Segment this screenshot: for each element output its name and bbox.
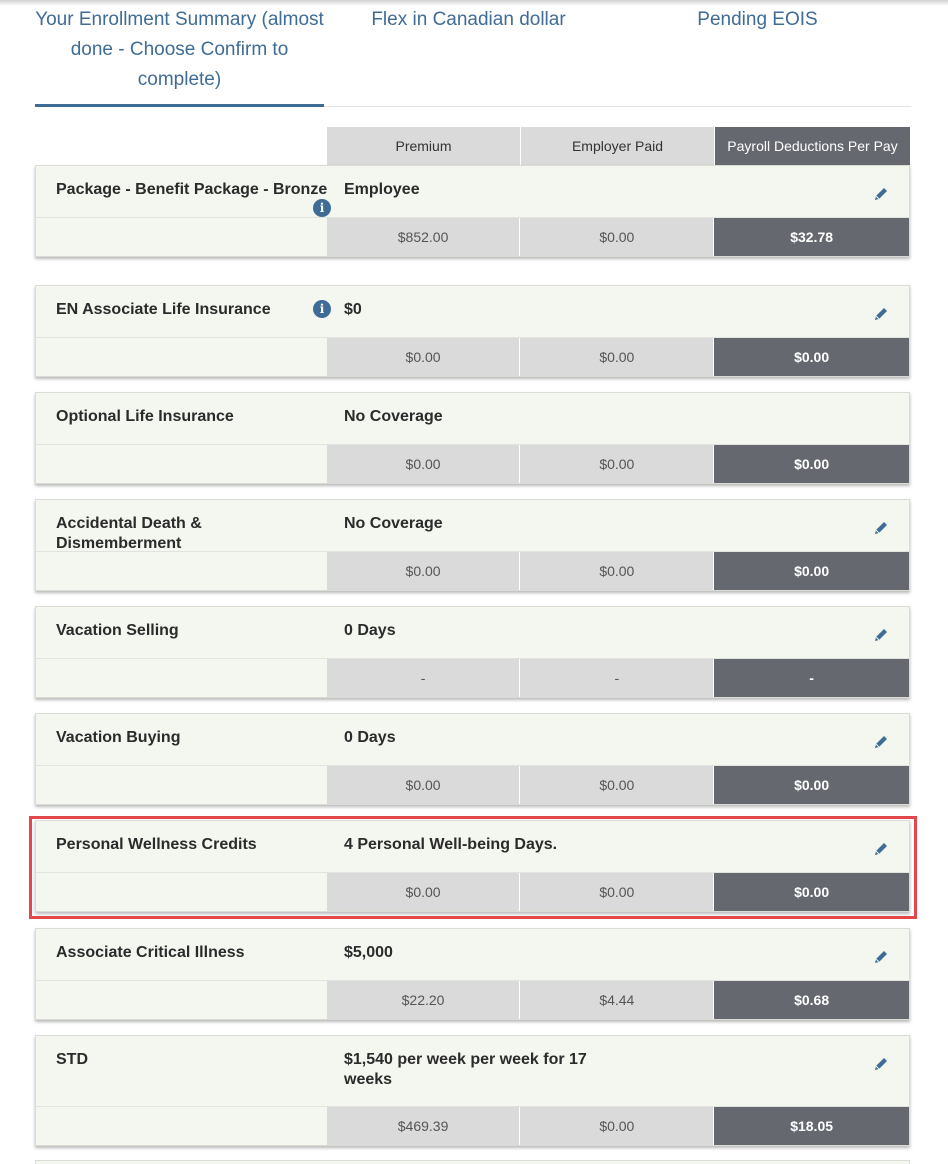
benefit-row-vacation-selling: Vacation Selling 0 Days - - - xyxy=(35,606,910,698)
column-header-employer-paid: Employer Paid xyxy=(521,127,715,165)
premium-cell: $0.00 xyxy=(326,552,521,590)
benefit-row-optional-life: Optional Life Insurance No Coverage $0.0… xyxy=(35,392,910,484)
employer-paid-cell: $0.00 xyxy=(520,552,715,590)
benefit-row-critical-illness: Associate Critical Illness $5,000 $22.20… xyxy=(35,928,910,1020)
pencil-icon[interactable] xyxy=(873,520,889,536)
benefit-row-std: STD $1,540 per week per week for 17 week… xyxy=(35,1035,910,1146)
benefit-value: $5,000 xyxy=(344,944,393,961)
row-spacer xyxy=(36,981,327,1019)
payroll-deduction-cell: - xyxy=(714,659,910,697)
tab-enrollment-summary[interactable]: Your Enrollment Summary (almost done - C… xyxy=(35,5,324,107)
row-spacer xyxy=(36,1107,327,1145)
payroll-deduction-cell: $18.05 xyxy=(714,1107,910,1145)
pencil-icon[interactable] xyxy=(873,627,889,643)
benefit-value: $1,540 per week per week for 17 weeks xyxy=(344,1051,587,1088)
premium-cell: $469.39 xyxy=(326,1107,521,1145)
benefit-row-vacation-buying: Vacation Buying 0 Days $0.00 $0.00 $0.00 xyxy=(35,713,910,805)
benefit-value: No Coverage xyxy=(344,515,443,532)
employer-paid-cell: $0.00 xyxy=(520,766,715,804)
pencil-icon[interactable] xyxy=(873,734,889,750)
benefit-name: Associate Critical Illness xyxy=(56,944,245,961)
benefit-name: STD xyxy=(56,1051,88,1068)
employer-paid-cell: $0.00 xyxy=(520,445,715,483)
highlight-box xyxy=(29,816,917,919)
tab-flex-canadian-dollar[interactable]: Flex in Canadian dollar xyxy=(324,5,613,35)
benefit-name: Vacation Buying xyxy=(56,729,181,746)
benefit-name: Accidental Death & Dismemberment xyxy=(56,515,202,552)
row-spacer xyxy=(36,659,327,697)
benefit-value: 0 Days xyxy=(344,622,396,639)
info-icon[interactable]: i xyxy=(313,300,331,318)
benefit-name: Vacation Selling xyxy=(56,622,179,639)
employer-paid-cell: $0.00 xyxy=(520,218,715,256)
premium-cell: - xyxy=(326,659,521,697)
row-spacer xyxy=(36,218,327,256)
premium-cell: $852.00 xyxy=(326,218,521,256)
payroll-deduction-cell: $0.00 xyxy=(714,445,910,483)
tab-bar: Your Enrollment Summary (almost done - C… xyxy=(35,0,911,107)
info-icon[interactable]: i xyxy=(313,199,331,217)
benefit-row-package: Package - Benefit Package - Bronze i Emp… xyxy=(35,165,910,257)
benefit-value: 0 Days xyxy=(344,729,396,746)
benefit-value: No Coverage xyxy=(344,408,443,425)
column-header-premium: Premium xyxy=(327,127,521,165)
next-row-partial xyxy=(35,1160,910,1164)
column-headers: Premium Employer Paid Payroll Deductions… xyxy=(327,127,910,165)
payroll-deduction-cell: $0.00 xyxy=(714,338,910,376)
employer-paid-cell: $0.00 xyxy=(520,338,715,376)
benefit-row-add: Accidental Death & Dismemberment No Cove… xyxy=(35,499,910,591)
pencil-icon[interactable] xyxy=(873,306,889,322)
employer-paid-cell: $0.00 xyxy=(520,1107,715,1145)
pencil-icon[interactable] xyxy=(873,949,889,965)
payroll-deduction-cell: $0.00 xyxy=(714,552,910,590)
payroll-deduction-cell: $32.78 xyxy=(714,218,910,256)
payroll-deduction-cell: $0.68 xyxy=(714,981,910,1019)
premium-cell: $0.00 xyxy=(326,338,521,376)
pencil-icon[interactable] xyxy=(873,1056,889,1072)
benefit-value: Employee xyxy=(344,181,420,198)
benefit-name: EN Associate Life Insurance xyxy=(56,301,271,318)
row-spacer xyxy=(36,445,327,483)
tab-pending-eois[interactable]: Pending EOIS xyxy=(613,5,902,35)
column-header-payroll-deductions: Payroll Deductions Per Pay xyxy=(715,127,910,165)
benefit-row-associate-life: EN Associate Life Insurance i $0 $0.00 $… xyxy=(35,285,910,377)
row-spacer xyxy=(36,552,327,590)
employer-paid-cell: $4.44 xyxy=(520,981,715,1019)
benefit-name: Package - Benefit Package - Bronze xyxy=(56,181,328,198)
premium-cell: $0.00 xyxy=(326,445,521,483)
row-spacer xyxy=(36,338,327,376)
payroll-deduction-cell: $0.00 xyxy=(714,766,910,804)
benefit-name: Optional Life Insurance xyxy=(56,408,234,425)
premium-cell: $22.20 xyxy=(326,981,521,1019)
benefit-value: $0 xyxy=(344,301,362,318)
employer-paid-cell: - xyxy=(520,659,715,697)
premium-cell: $0.00 xyxy=(326,766,521,804)
row-spacer xyxy=(36,766,327,804)
pencil-icon[interactable] xyxy=(873,186,889,202)
